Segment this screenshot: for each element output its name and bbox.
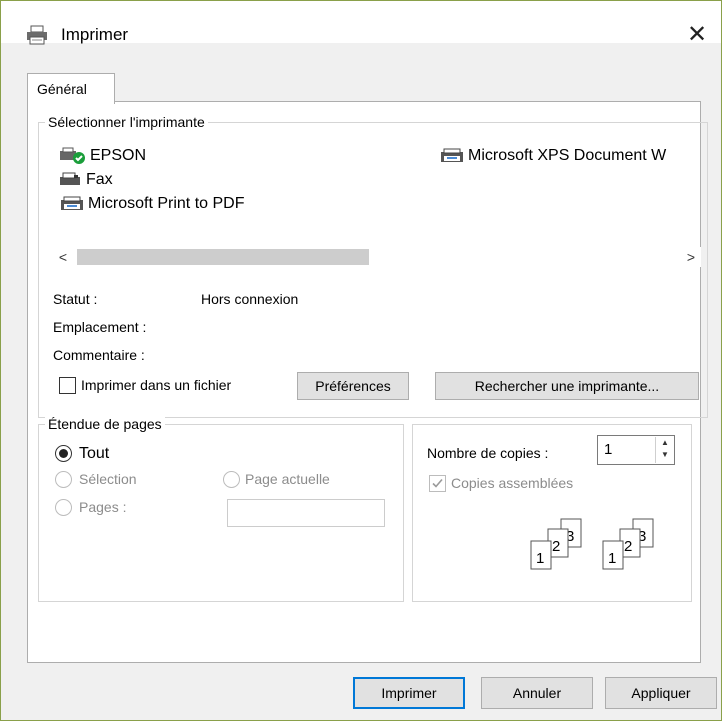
pages-input[interactable] bbox=[227, 499, 385, 527]
scroll-left-icon[interactable]: < bbox=[53, 247, 73, 267]
collate-illustration-icon: 3 2 1 3 2 1 bbox=[530, 518, 654, 570]
check-icon bbox=[432, 478, 443, 488]
window-title: Imprimer bbox=[61, 25, 129, 44]
svg-text:1: 1 bbox=[608, 550, 616, 567]
radio-all[interactable] bbox=[55, 445, 72, 462]
comment-label: Commentaire : bbox=[53, 347, 145, 363]
printer-default-icon bbox=[60, 147, 85, 164]
fax-icon bbox=[60, 172, 80, 185]
svg-text:2: 2 bbox=[552, 538, 560, 555]
radio-current-page[interactable] bbox=[223, 471, 240, 488]
copy-count-value: 1 bbox=[604, 441, 613, 458]
printer-item-fax[interactable]: Fax bbox=[59, 171, 113, 189]
svg-text:1: 1 bbox=[536, 550, 544, 567]
printer-name: Microsoft Print to PDF bbox=[88, 195, 245, 212]
close-button[interactable]: ✕ bbox=[681, 21, 713, 49]
svg-text:2: 2 bbox=[624, 538, 632, 555]
radio-all-label: Tout bbox=[79, 445, 110, 462]
close-icon: ✕ bbox=[686, 21, 708, 48]
radio-pages[interactable] bbox=[55, 499, 72, 516]
tab-general[interactable]: Général bbox=[27, 73, 115, 104]
print-dialog: Imprimer ✕ Général Sélectionner l'imprim… bbox=[0, 0, 722, 721]
copy-count-input[interactable]: 1 ▲ ▼ bbox=[597, 435, 675, 465]
scrollbar-thumb[interactable] bbox=[77, 249, 369, 265]
apply-button[interactable]: Appliquer bbox=[605, 677, 717, 709]
printer-icon bbox=[61, 196, 83, 210]
printer-icon bbox=[441, 148, 463, 162]
collate-label: Copies assemblées bbox=[451, 475, 574, 491]
printer-name: Fax bbox=[86, 171, 113, 188]
location-label: Emplacement : bbox=[53, 319, 147, 335]
preferences-button[interactable]: Préférences bbox=[297, 372, 409, 400]
printer-list-scrollbar[interactable]: < > bbox=[53, 247, 701, 267]
printer-item-epson[interactable]: EPSON bbox=[59, 147, 146, 165]
printer-item-pdf[interactable]: Microsoft Print to PDF bbox=[59, 195, 244, 213]
collate-checkbox[interactable] bbox=[429, 475, 446, 492]
status-value: Hors connexion bbox=[201, 291, 299, 307]
printer-icon bbox=[27, 25, 47, 45]
page-range-group: Étendue de pages Tout Sélection Page act… bbox=[38, 415, 404, 602]
select-printer-group: Sélectionner l'imprimante EPSON Microsof… bbox=[38, 113, 708, 418]
print-to-file-label: Imprimer dans un fichier bbox=[81, 377, 232, 393]
radio-current-page-label: Page actuelle bbox=[245, 471, 330, 487]
cancel-button[interactable]: Annuler bbox=[481, 677, 593, 709]
printer-name: Microsoft XPS Document W bbox=[468, 147, 667, 164]
stepper-down-icon[interactable]: ▼ bbox=[656, 449, 674, 461]
copies-group: Nombre de copies : 1 ▲ ▼ Copies assemblé… bbox=[412, 424, 692, 602]
scroll-right-icon[interactable]: > bbox=[681, 247, 701, 267]
print-button[interactable]: Imprimer bbox=[353, 677, 465, 709]
find-printer-button[interactable]: Rechercher une imprimante... bbox=[435, 372, 699, 400]
tab-panel-general: Sélectionner l'imprimante EPSON Microsof… bbox=[27, 101, 708, 663]
printer-item-xps[interactable]: Microsoft XPS Document W bbox=[439, 147, 666, 165]
copy-count-label: Nombre de copies : bbox=[427, 445, 549, 461]
radio-selected-dot bbox=[59, 449, 68, 458]
radio-selection-label: Sélection bbox=[79, 471, 137, 487]
radio-selection[interactable] bbox=[55, 471, 72, 488]
select-printer-title: Sélectionner l'imprimante bbox=[45, 113, 208, 131]
radio-pages-label: Pages : bbox=[79, 499, 127, 515]
print-to-file-checkbox[interactable] bbox=[59, 377, 76, 394]
title-bar: Imprimer ✕ bbox=[1, 1, 721, 48]
page-range-title: Étendue de pages bbox=[45, 415, 165, 433]
copy-count-stepper[interactable]: ▲ ▼ bbox=[655, 437, 674, 463]
printer-name: EPSON bbox=[90, 147, 147, 164]
status-label: Statut : bbox=[53, 291, 98, 307]
stepper-up-icon[interactable]: ▲ bbox=[656, 437, 674, 449]
